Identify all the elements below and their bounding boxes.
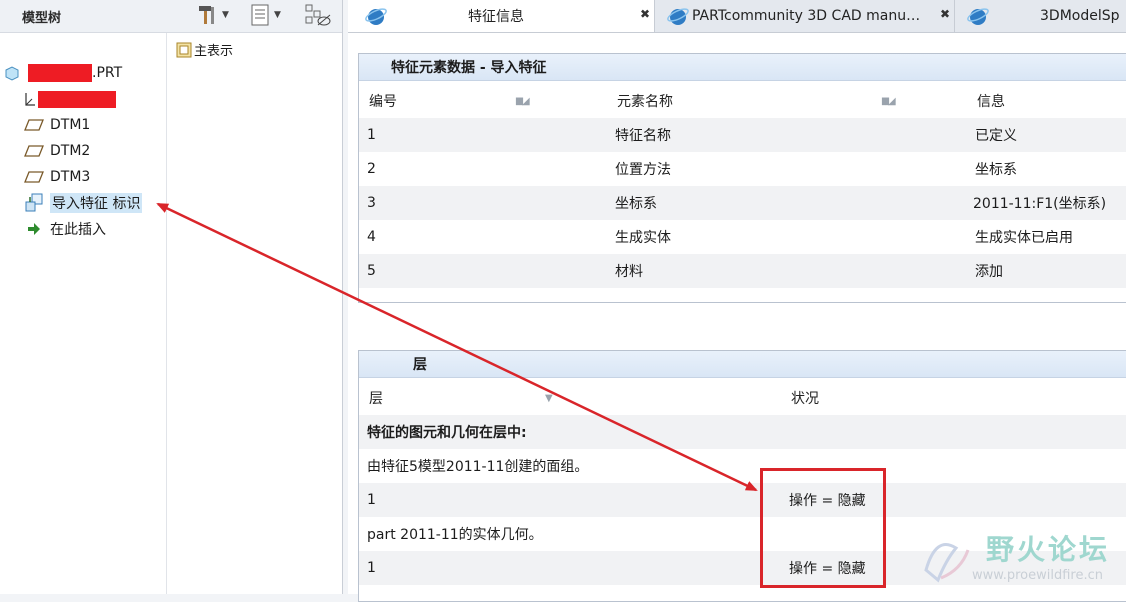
layer-group-label: part 2011-11的实体几何。 bbox=[367, 527, 543, 543]
close-icon[interactable]: ✖ bbox=[940, 7, 950, 21]
tree-settings-button[interactable]: ▼ bbox=[196, 3, 229, 27]
tree-item-label: 在此插入 bbox=[50, 222, 106, 238]
chevron-down-icon: ▼ bbox=[274, 10, 281, 20]
table-row: 1 特征名称 已定义 bbox=[359, 118, 1126, 152]
layer-table-header: 层 ▼ 状况 bbox=[359, 381, 1126, 415]
tree-item-import-feature[interactable]: 导入特征 标识 bbox=[24, 192, 143, 214]
tree-root-part[interactable]: .PRT bbox=[2, 62, 122, 84]
table-row: 4 生成实体 生成实体已启用 bbox=[359, 220, 1126, 254]
tree-column-header[interactable]: 主表示 bbox=[176, 40, 233, 59]
browser-tab-bar: 特征信息 ✖ PARTcommunity 3D CAD manu… ✖ 3DMo… bbox=[348, 0, 1126, 33]
layer-heading: 特征的图元和几何在层中: bbox=[367, 425, 527, 441]
layer-group-label: 由特征5模型2011-11创建的面组。 bbox=[367, 459, 589, 475]
row-info: 2011-11:F1(坐标系) bbox=[973, 196, 1107, 212]
coordinate-system-icon bbox=[24, 91, 36, 107]
list-document-icon bbox=[251, 4, 269, 26]
table-row: 2 位置方法 坐标系 bbox=[359, 152, 1126, 186]
tree-item-label: DTM2 bbox=[50, 143, 91, 159]
row-number: 5 bbox=[367, 263, 376, 279]
layer-panel-title: 层 bbox=[413, 357, 427, 373]
model-tree-header: 模型树 ▼ ▼ bbox=[0, 0, 342, 33]
insert-here-arrow-icon bbox=[24, 221, 44, 237]
tree-item-label: DTM1 bbox=[50, 117, 91, 133]
feature-info-page: 特征元素数据 - 导入特征 编号 ▮▮◢ 元素名称 ▮▮◢ 信息 1 特征名称 … bbox=[348, 33, 1126, 602]
table-row: 1 操作 = 隐藏 bbox=[359, 483, 1126, 517]
datum-plane-icon bbox=[24, 143, 44, 159]
tree-item-label: DTM3 bbox=[50, 169, 91, 185]
tree-visibility-icon bbox=[305, 4, 331, 26]
browser-globe-icon bbox=[365, 8, 387, 25]
close-icon[interactable]: ✖ bbox=[640, 7, 650, 21]
column-header-layer[interactable]: 层 bbox=[369, 381, 383, 415]
layer-heading-row: 特征的图元和几何在层中: bbox=[359, 415, 1126, 449]
row-element-name: 特征名称 bbox=[615, 128, 671, 144]
part-cube-icon bbox=[2, 65, 22, 81]
watermark-logo-icon bbox=[924, 543, 970, 583]
tree-filter-button[interactable] bbox=[304, 3, 332, 27]
row-element-name: 生成实体 bbox=[615, 230, 671, 246]
list-item: 由特征5模型2011-11创建的面组。 bbox=[359, 449, 1126, 483]
column-header-info[interactable]: 信息 bbox=[977, 84, 1005, 118]
row-element-name: 位置方法 bbox=[615, 162, 671, 178]
tab-label: PARTcommunity 3D CAD manu… bbox=[692, 8, 921, 24]
row-number: 1 bbox=[367, 127, 376, 143]
column-header-element-name[interactable]: 元素名称 bbox=[617, 84, 673, 118]
tab-label: 特征信息 bbox=[468, 9, 524, 25]
tree-item-insert-here[interactable]: 在此插入 bbox=[24, 218, 106, 240]
table-row: 3 坐标系 2011-11:F1(坐标系) bbox=[359, 186, 1126, 220]
row-info: 添加 bbox=[975, 264, 1003, 280]
table-row: 5 材料 添加 bbox=[359, 254, 1126, 288]
chevron-down-icon: ▼ bbox=[222, 10, 229, 20]
watermark-title: 野火论坛 bbox=[986, 533, 1111, 566]
tree-item-dtm1[interactable]: DTM1 bbox=[24, 114, 90, 136]
model-tree-title: 模型树 bbox=[22, 11, 62, 26]
row-info: 坐标系 bbox=[975, 162, 1017, 178]
column-resize-icon[interactable]: ▮▮◢ bbox=[881, 96, 896, 107]
layer-id: 1 bbox=[367, 560, 376, 576]
tree-item-label: 导入特征 标识 bbox=[50, 193, 143, 213]
feature-table-header: 编号 ▮▮◢ 元素名称 ▮▮◢ 信息 bbox=[359, 84, 1126, 118]
datum-plane-icon bbox=[24, 169, 44, 185]
row-number: 3 bbox=[367, 195, 376, 211]
row-number: 2 bbox=[367, 161, 376, 177]
column-header-number[interactable]: 编号 bbox=[369, 84, 397, 118]
row-info: 已定义 bbox=[975, 128, 1017, 144]
redacted-part-name bbox=[28, 64, 92, 82]
tab-feature-info[interactable]: 特征信息 ✖ bbox=[348, 0, 655, 32]
tree-item-dtm2[interactable]: DTM2 bbox=[24, 140, 90, 162]
tab-partcommunity[interactable]: PARTcommunity 3D CAD manu… ✖ bbox=[654, 0, 955, 32]
column-header-status[interactable]: 状况 bbox=[791, 381, 819, 415]
tree-column-label: 主表示 bbox=[194, 44, 234, 59]
hammer-tools-icon bbox=[199, 6, 214, 24]
redacted-csys-name bbox=[38, 90, 116, 108]
highlight-box bbox=[760, 468, 886, 588]
forum-watermark: 野火论坛 www.proewildfire.cn bbox=[916, 526, 1126, 594]
tab-3dmodelspace[interactable]: 3DModelSp bbox=[954, 0, 1126, 32]
browser-globe-icon bbox=[667, 8, 689, 25]
tree-item-dtm3[interactable]: DTM3 bbox=[24, 166, 90, 188]
watermark-url: www.proewildfire.cn bbox=[972, 568, 1103, 583]
tree-display-button[interactable]: ▼ bbox=[250, 3, 281, 27]
tree-item-csys[interactable] bbox=[24, 88, 116, 110]
datum-plane-icon bbox=[24, 117, 44, 133]
feature-panel-header: 特征元素数据 - 导入特征 bbox=[359, 54, 1126, 81]
tab-label: 3DModelSp bbox=[1040, 8, 1120, 24]
tree-column-divider bbox=[166, 33, 167, 594]
row-info: 生成实体已启用 bbox=[975, 230, 1073, 246]
row-number: 4 bbox=[367, 229, 376, 245]
column-resize-icon[interactable]: ▼ bbox=[545, 393, 553, 404]
import-feature-icon bbox=[24, 193, 44, 212]
representation-icon bbox=[176, 42, 192, 57]
row-element-name: 材料 bbox=[615, 264, 643, 280]
layer-panel-header: 层 bbox=[359, 351, 1126, 378]
row-element-name: 坐标系 bbox=[615, 196, 657, 212]
layer-id: 1 bbox=[367, 492, 376, 508]
tree-root-label: .PRT bbox=[92, 65, 123, 81]
model-tree-panel: 模型树 ▼ ▼ 主表示 .PRT DTM1 DTM2 DTM3 导入特征 标识 … bbox=[0, 0, 343, 594]
feature-element-panel: 特征元素数据 - 导入特征 编号 ▮▮◢ 元素名称 ▮▮◢ 信息 1 特征名称 … bbox=[358, 53, 1126, 303]
feature-panel-title: 特征元素数据 - 导入特征 bbox=[391, 60, 547, 76]
column-resize-icon[interactable]: ▮▮◢ bbox=[515, 96, 530, 107]
browser-globe-icon bbox=[967, 8, 989, 25]
